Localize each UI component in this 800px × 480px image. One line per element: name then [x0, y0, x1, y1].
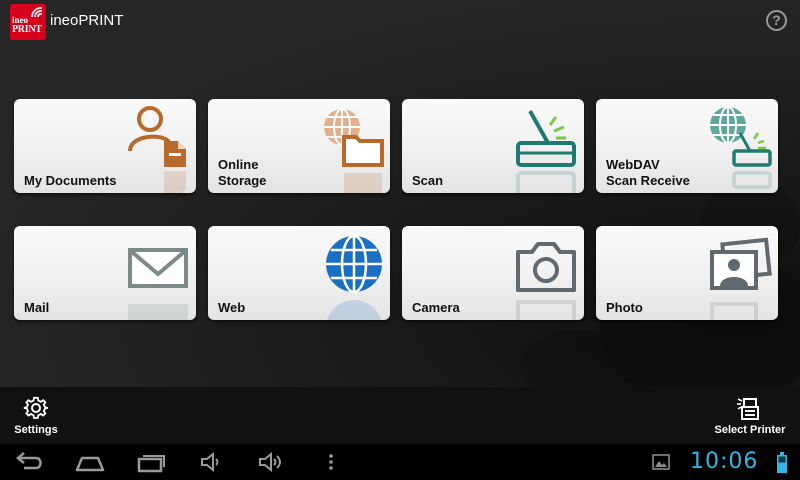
- tile-online-storage[interactable]: Online Storage: [208, 99, 390, 193]
- globe-scanner-icon: [710, 106, 772, 167]
- globe-reflection: [326, 300, 382, 320]
- tile-my-documents[interactable]: My Documents: [14, 99, 196, 193]
- tile-photo[interactable]: Photo: [596, 226, 778, 320]
- battery-icon: [777, 452, 787, 473]
- tile-camera[interactable]: Camera: [402, 226, 584, 320]
- globe-icon: [326, 234, 382, 294]
- gear-icon: [23, 396, 49, 419]
- volume-up-icon[interactable]: [256, 450, 284, 474]
- scanner-icon: [516, 110, 576, 167]
- tile-label: Online Storage: [218, 157, 267, 188]
- camera-icon: [516, 242, 576, 292]
- globe-scanner-reflection: [732, 171, 772, 189]
- tile-label: Web: [218, 300, 246, 315]
- app-title: ineoPRINT: [50, 12, 124, 29]
- title-bar: ineo PRINT ineoPRINT ?: [0, 0, 800, 44]
- status-clock: 10:06: [690, 449, 759, 474]
- tile-label: Mail: [24, 300, 50, 315]
- back-icon[interactable]: [14, 450, 46, 474]
- recent-apps-icon[interactable]: [136, 450, 168, 474]
- tile-label: Scan: [412, 173, 444, 188]
- globe-folder-reflection: [344, 173, 382, 193]
- select-printer-button[interactable]: Select Printer: [708, 395, 792, 439]
- settings-button[interactable]: Settings: [8, 395, 64, 439]
- system-navigation-bar: 10:06: [0, 444, 800, 480]
- tile-label: Camera: [412, 300, 460, 315]
- gallery-notification-icon[interactable]: [652, 453, 670, 471]
- home-icon[interactable]: [74, 450, 106, 474]
- user-document-reflection: [164, 171, 186, 193]
- select-printer-label: Select Printer: [714, 424, 786, 436]
- user-document-icon: [128, 106, 186, 167]
- settings-label: Settings: [14, 424, 58, 436]
- volume-down-icon[interactable]: [198, 450, 224, 474]
- tile-webdav-scan-receive[interactable]: WebDAV Scan Receive: [596, 99, 778, 193]
- camera-reflection: [516, 300, 576, 320]
- envelope-icon: [128, 248, 188, 288]
- globe-folder-icon: [324, 108, 384, 167]
- tile-web[interactable]: Web: [208, 226, 390, 320]
- logo-text-print: PRINT: [12, 24, 42, 35]
- tile-label: My Documents: [24, 173, 117, 188]
- printer-icon: [737, 398, 759, 420]
- app-window: ineo PRINT ineoPRINT ? My Documents Onli…: [0, 0, 800, 444]
- photo-reflection: [710, 302, 758, 320]
- scanner-reflection: [516, 171, 576, 193]
- tile-label: Photo: [606, 300, 643, 315]
- tile-scan[interactable]: Scan: [402, 99, 584, 193]
- tile-label: WebDAV Scan Receive: [606, 157, 690, 188]
- envelope-reflection: [128, 304, 188, 320]
- tile-mail[interactable]: Mail: [14, 226, 196, 320]
- help-button[interactable]: ?: [766, 10, 787, 31]
- app-logo: ineo PRINT: [10, 4, 46, 40]
- action-bar: Settings Select Printer: [0, 387, 800, 444]
- menu-icon[interactable]: [324, 450, 338, 474]
- photo-icon: [710, 237, 772, 290]
